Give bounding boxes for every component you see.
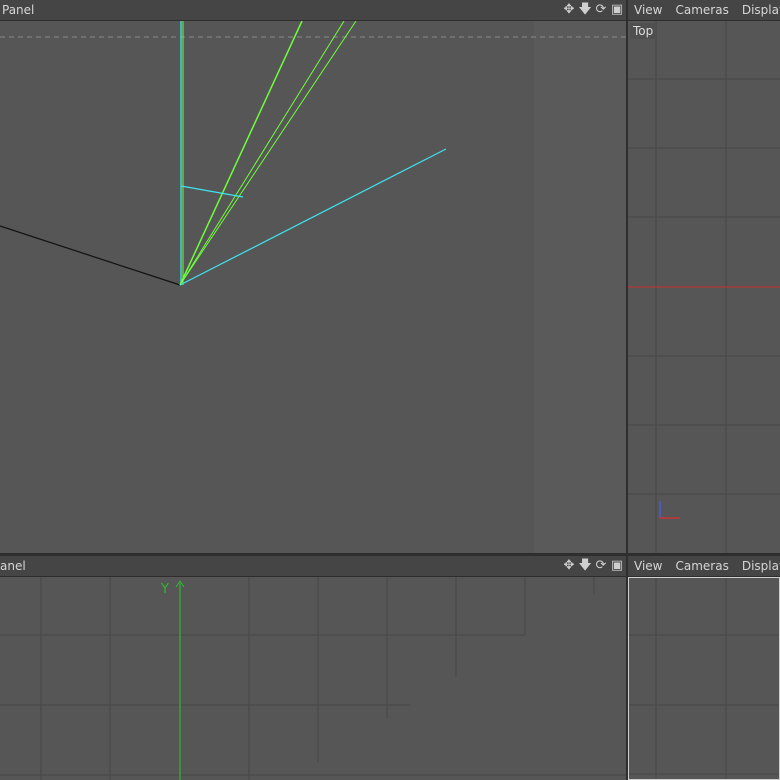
camera-line-2 bbox=[179, 21, 345, 286]
panel-title: Panel bbox=[2, 3, 35, 17]
rotate-icon[interactable]: ⟳ bbox=[594, 558, 608, 574]
menu-cameras[interactable]: Cameras bbox=[675, 3, 728, 17]
view-label: Top bbox=[630, 23, 657, 39]
front-canvas[interactable]: Y bbox=[0, 577, 626, 780]
top-viewport[interactable]: View Cameras Display Top bbox=[628, 0, 780, 553]
pan-down-icon[interactable]: 🡇 bbox=[578, 2, 592, 18]
camera-line-cyan bbox=[179, 148, 447, 286]
front-grid bbox=[0, 577, 626, 780]
menu-cameras[interactable]: Cameras bbox=[675, 559, 728, 573]
side-toolbar: View Cameras Display bbox=[628, 556, 780, 577]
move-icon[interactable]: ✥ bbox=[562, 2, 576, 18]
side-viewport[interactable]: View Cameras Display bbox=[628, 556, 780, 780]
front-viewport[interactable]: anel ✥ 🡇 ⟳ ▣ Y bbox=[0, 556, 626, 780]
rotate-icon[interactable]: ⟳ bbox=[594, 2, 608, 18]
pan-down-icon[interactable]: 🡇 bbox=[578, 558, 592, 574]
menu-display[interactable]: Display bbox=[742, 3, 780, 17]
side-grid bbox=[629, 578, 779, 779]
top-grid bbox=[628, 21, 780, 553]
perspective-viewport[interactable]: Panel ✥ 🡇 ⟳ ▣ bbox=[0, 0, 626, 553]
menu-view[interactable]: View bbox=[634, 559, 662, 573]
move-icon[interactable]: ✥ bbox=[562, 558, 576, 574]
maximize-icon[interactable]: ▣ bbox=[610, 558, 624, 574]
y-axis-label: Y bbox=[161, 582, 169, 597]
black-edge bbox=[0, 225, 181, 286]
camera-line-3 bbox=[179, 21, 357, 286]
top-canvas[interactable]: Top bbox=[628, 21, 780, 553]
perspective-toolbar: Panel ✥ 🡇 ⟳ ▣ bbox=[0, 0, 626, 21]
maximize-icon[interactable]: ▣ bbox=[610, 2, 624, 18]
top-toolbar: View Cameras Display bbox=[628, 0, 780, 21]
side-canvas[interactable] bbox=[628, 577, 780, 780]
menu-view[interactable]: View bbox=[634, 3, 662, 17]
perspective-canvas[interactable] bbox=[0, 21, 626, 553]
camera-tick-cyan bbox=[180, 185, 244, 198]
frustum-shade bbox=[534, 21, 626, 553]
perspective-scene bbox=[0, 21, 626, 553]
panel-title: anel bbox=[0, 559, 26, 573]
camera-line-1 bbox=[179, 21, 303, 286]
menu-display[interactable]: Display bbox=[742, 559, 780, 573]
front-toolbar: anel ✥ 🡇 ⟳ ▣ bbox=[0, 556, 626, 577]
